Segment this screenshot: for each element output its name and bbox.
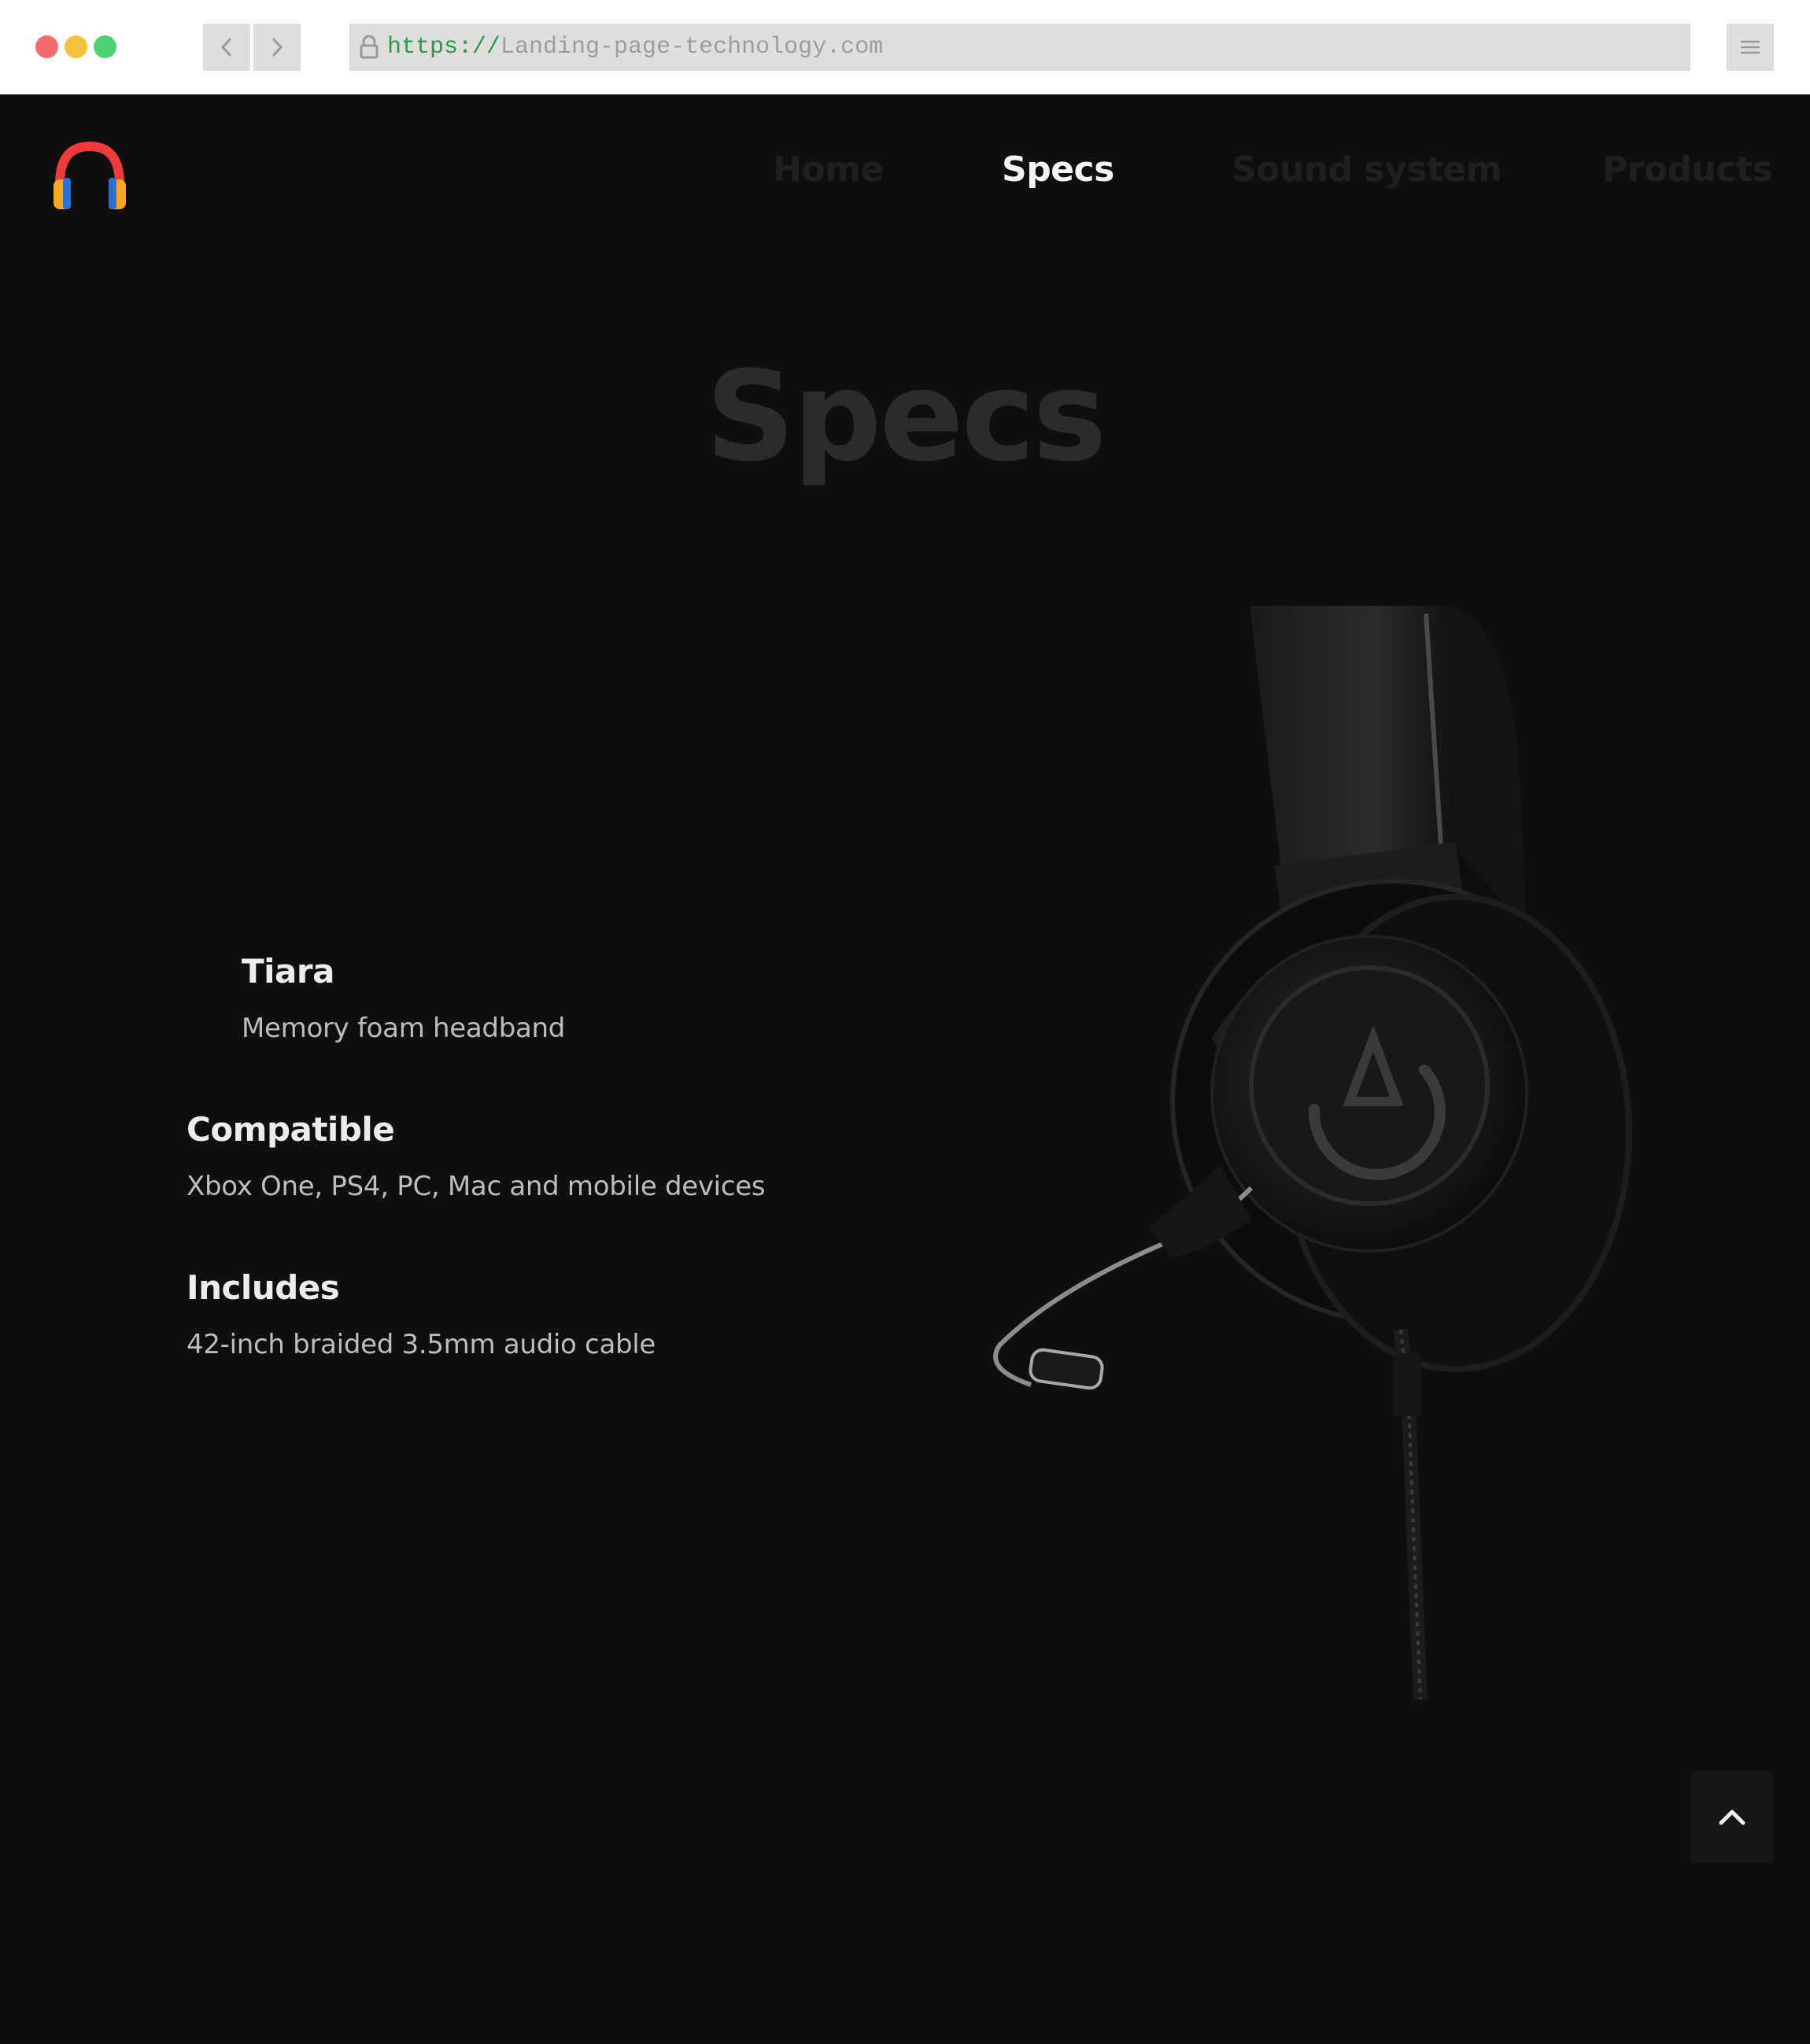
forward-button[interactable] <box>253 24 301 71</box>
spec-title: Compatible <box>187 1110 395 1149</box>
back-button[interactable] <box>203 24 250 71</box>
chevron-left-icon <box>220 37 232 57</box>
close-window-button[interactable] <box>35 35 58 58</box>
minimize-window-button[interactable] <box>65 35 87 58</box>
spec-description: 42-inch braided 3.5mm audio cable <box>187 1329 656 1360</box>
spec-item-tiara: Tiara Memory foam headband <box>242 952 565 1044</box>
spec-item-includes: Includes 42-inch braided 3.5mm audio cab… <box>187 1268 656 1360</box>
spec-title: Tiara <box>242 952 334 991</box>
address-bar[interactable]: https://Landing-page-technology.com <box>349 24 1690 71</box>
spec-item-compatible: Compatible Xbox One, PS4, PC, Mac and mo… <box>187 1110 766 1202</box>
maximize-window-button[interactable] <box>94 35 116 58</box>
url-scheme: https:// <box>387 34 501 61</box>
spec-description: Memory foam headband <box>242 1013 566 1044</box>
nav-item-sound-system[interactable]: Sound system <box>1232 149 1502 190</box>
browser-chrome: https://Landing-page-technology.com <box>0 0 1810 94</box>
nav-item-home[interactable]: Home <box>773 149 884 190</box>
nav-item-specs[interactable]: Specs <box>1002 149 1114 190</box>
spec-title: Includes <box>187 1268 340 1307</box>
nav-item-products[interactable]: Products <box>1602 149 1773 190</box>
chevron-up-icon <box>1719 1810 1745 1825</box>
chevron-right-icon <box>272 37 283 57</box>
url-host: Landing-page-technology.com <box>501 34 884 61</box>
menu-icon <box>1741 40 1760 54</box>
spec-description: Xbox One, PS4, PC, Mac and mobile device… <box>187 1171 766 1202</box>
browser-menu-button[interactable] <box>1727 24 1774 71</box>
scroll-to-top-button[interactable] <box>1690 1770 1774 1863</box>
headset-product-image <box>984 598 1676 1715</box>
page-title: Specs <box>705 345 1107 489</box>
main-navigation: Home Specs Sound system Products <box>0 149 1810 205</box>
window-controls <box>35 35 116 58</box>
lock-icon <box>359 35 379 60</box>
